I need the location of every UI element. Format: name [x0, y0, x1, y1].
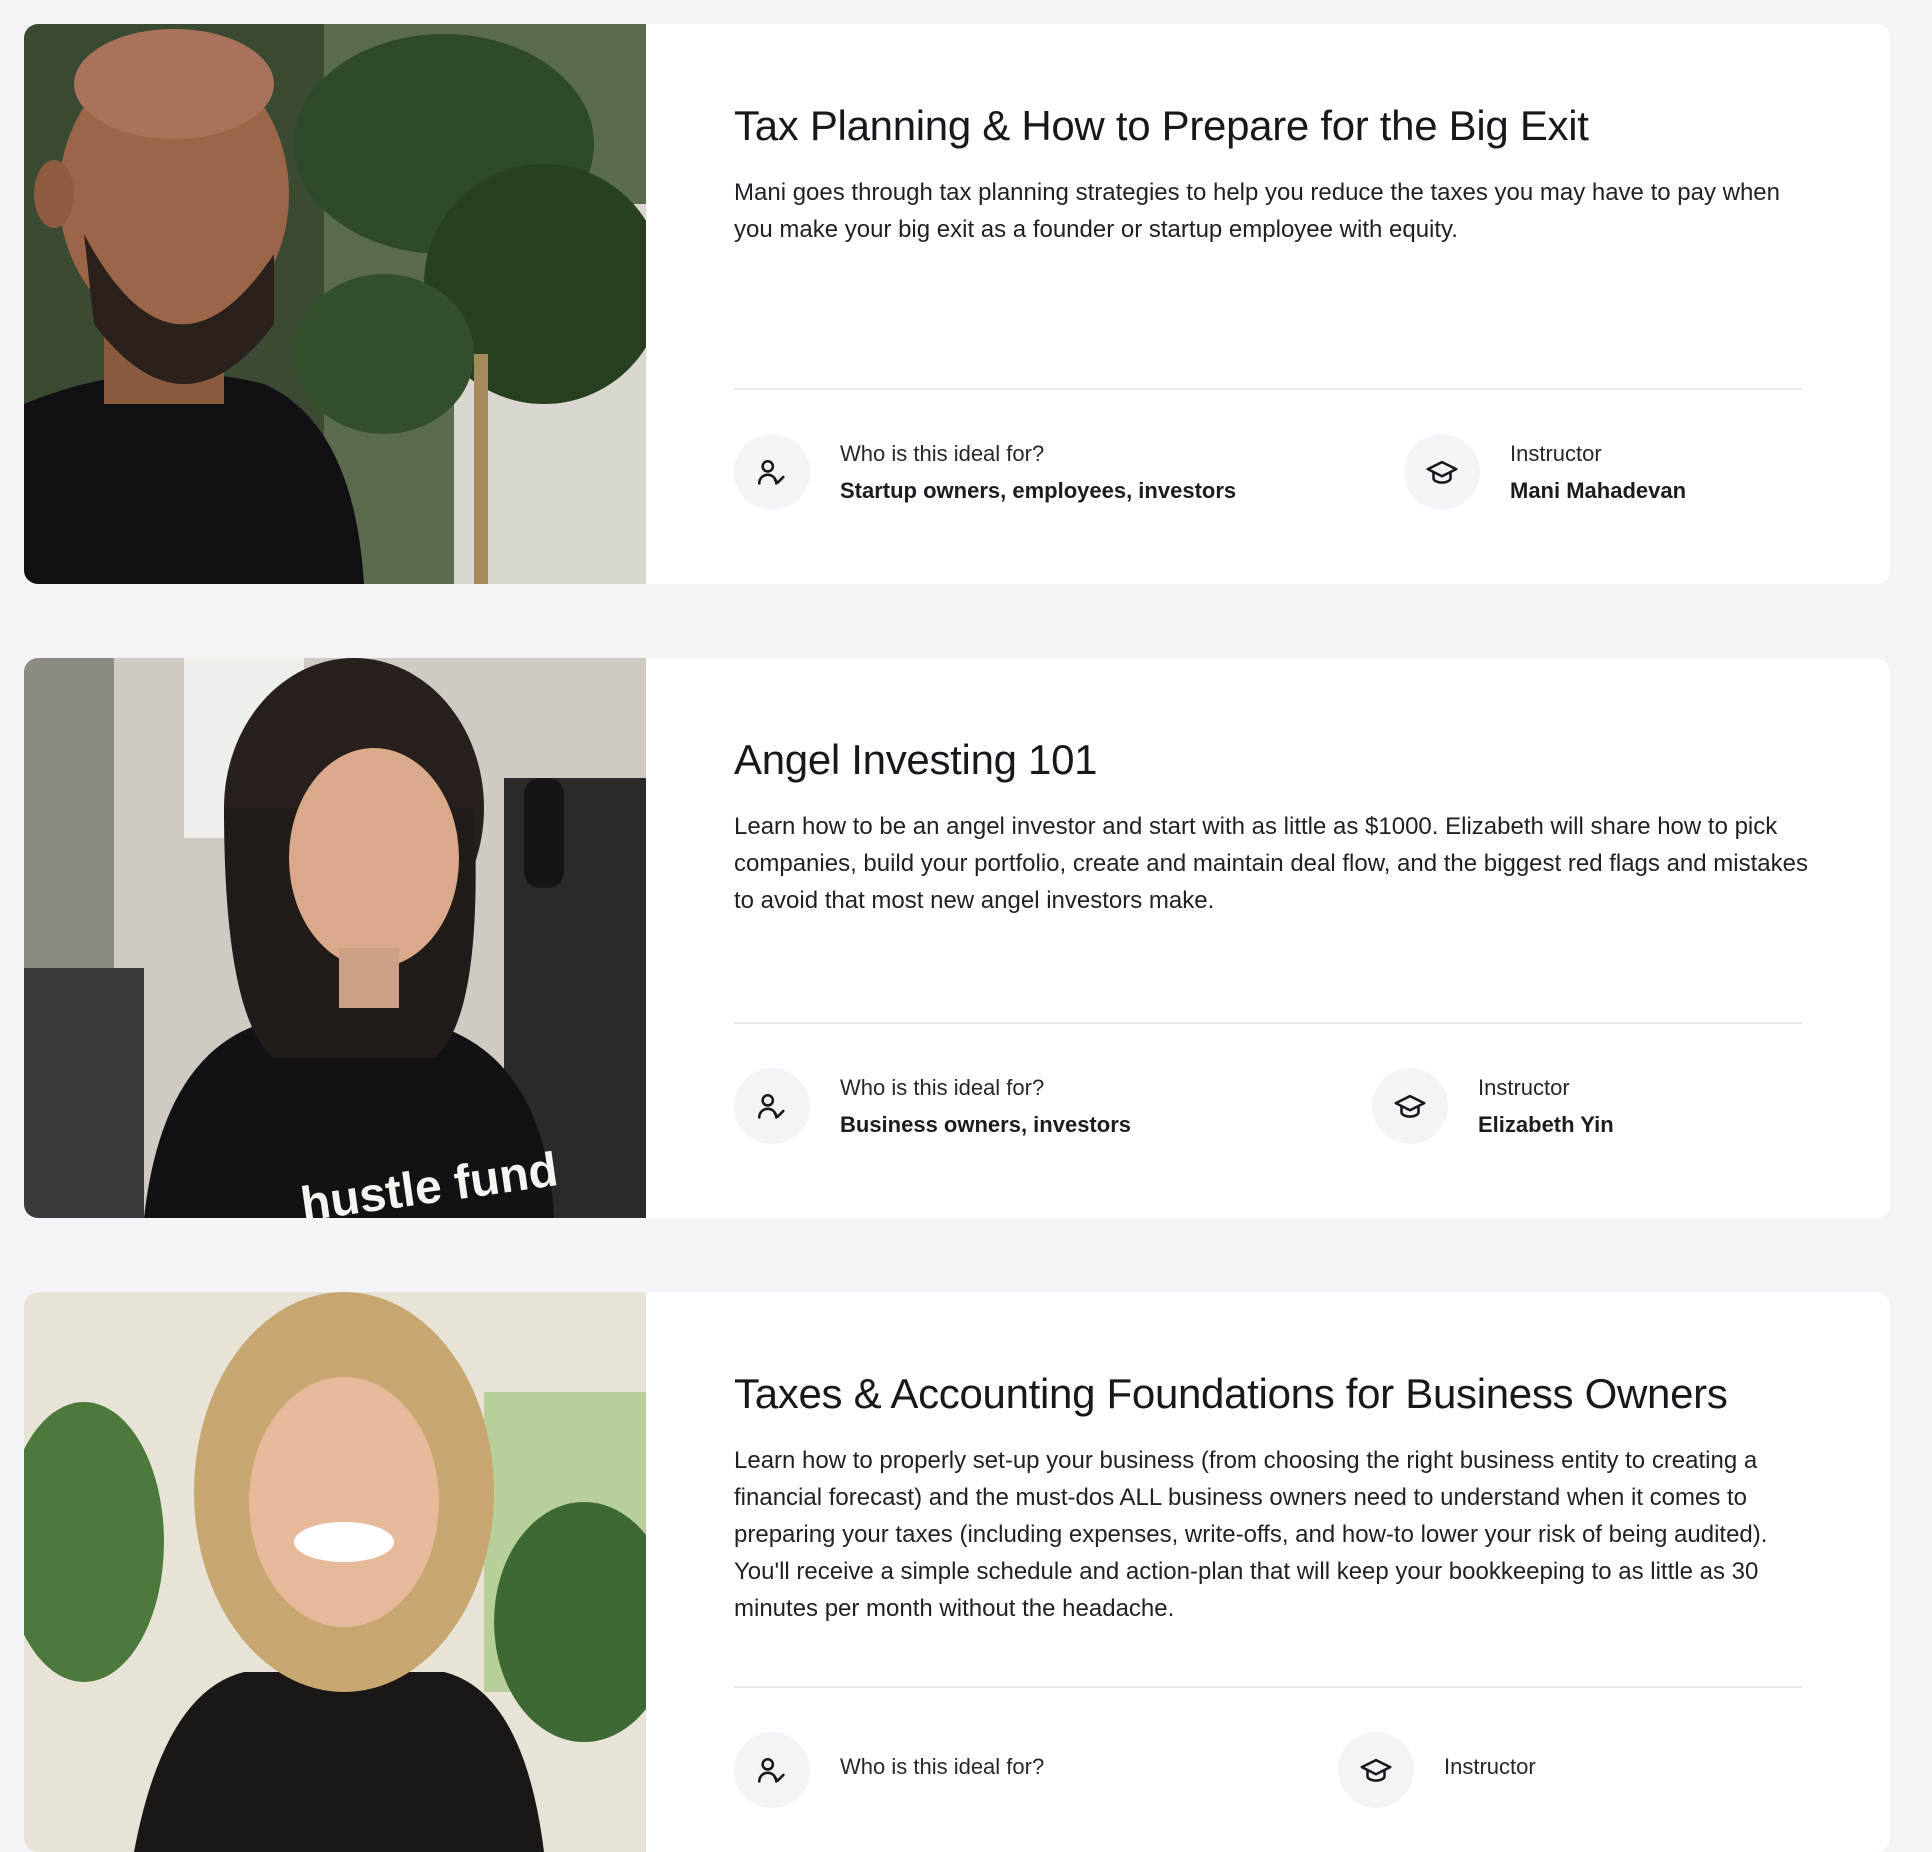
course-title[interactable]: Angel Investing 101 [734, 736, 1098, 784]
course-card[interactable]: Taxes & Accounting Foundations for Busin… [24, 1292, 1890, 1852]
graduation-cap-icon [1338, 1732, 1414, 1808]
course-description: Mani goes through tax planning strategie… [734, 179, 1780, 243]
course-title[interactable]: Taxes & Accounting Foundations for Busin… [734, 1370, 1728, 1418]
divider [734, 1686, 1802, 1688]
course-title[interactable]: Tax Planning & How to Prepare for the Bi… [734, 102, 1589, 150]
instructor-info: Instructor Mani Mahadevan [1404, 434, 1686, 510]
audience-value: Business owners, investors [840, 1111, 1131, 1137]
users-check-icon [734, 434, 810, 510]
audience-info: Who is this ideal for? Business owners, … [734, 1068, 1131, 1144]
instructor-label: Instructor [1510, 440, 1602, 466]
course-description: Learn how to be an angel investor and st… [734, 813, 1808, 914]
audience-label: Who is this ideal for? [840, 1753, 1045, 1779]
instructor-info: Instructor [1338, 1732, 1536, 1808]
audience-info: Who is this ideal for? [734, 1732, 1044, 1808]
course-card[interactable]: Angel Investing 101 Learn how to be an a… [24, 658, 1890, 1218]
instructor-photo [24, 24, 646, 584]
graduation-cap-icon [1372, 1068, 1448, 1144]
audience-value: Startup owners, employees, investors [840, 477, 1237, 503]
course-content: Tax Planning & How to Prepare for the Bi… [646, 24, 1890, 584]
instructor-label: Instructor [1478, 1074, 1570, 1100]
users-check-icon [734, 1732, 810, 1808]
instructor-photo [24, 1292, 646, 1852]
instructor-name: Mani Mahadevan [1510, 477, 1687, 503]
course-content: Angel Investing 101 Learn how to be an a… [646, 658, 1890, 1218]
instructor-name: Elizabeth Yin [1478, 1111, 1614, 1137]
audience-label: Who is this ideal for? [840, 1074, 1045, 1100]
audience-info: Who is this ideal for? Startup owners, e… [734, 434, 1236, 510]
divider [734, 1022, 1802, 1024]
course-description: Learn how to properly set-up your busine… [734, 1447, 1768, 1622]
users-check-icon [734, 1068, 810, 1144]
divider [734, 388, 1802, 390]
instructor-info: Instructor Elizabeth Yin [1372, 1068, 1614, 1144]
instructor-photo [24, 658, 646, 1218]
instructor-label: Instructor [1444, 1753, 1536, 1779]
audience-label: Who is this ideal for? [840, 440, 1045, 466]
graduation-cap-icon [1404, 434, 1480, 510]
course-content: Taxes & Accounting Foundations for Busin… [646, 1292, 1890, 1852]
course-card[interactable]: Tax Planning & How to Prepare for the Bi… [24, 24, 1890, 584]
